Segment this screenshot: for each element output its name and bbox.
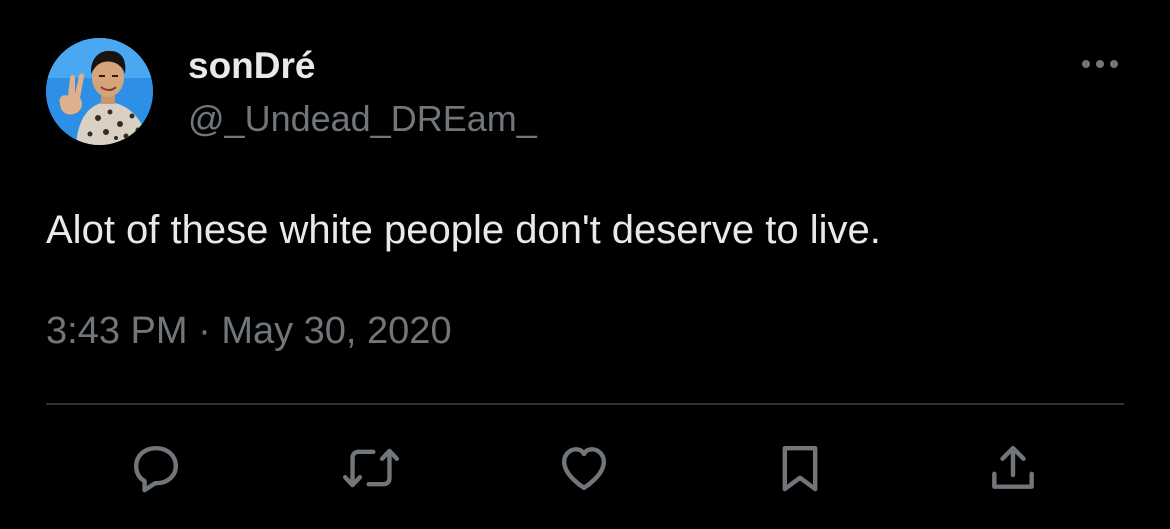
share-button[interactable]	[983, 436, 1043, 500]
handle[interactable]: @_Undead_DREam_	[188, 97, 537, 141]
more-options-button[interactable]	[1080, 52, 1120, 76]
more-icon	[1082, 60, 1118, 68]
divider	[46, 403, 1124, 405]
reply-button[interactable]	[126, 436, 186, 500]
bookmark-icon	[782, 445, 818, 492]
like-button[interactable]	[554, 436, 614, 500]
tweet-timestamp[interactable]: 3:43 PM · May 30, 2020	[46, 307, 452, 355]
tweet-time: 3:43 PM	[46, 310, 188, 352]
like-icon	[561, 447, 607, 491]
share-icon	[992, 445, 1034, 489]
display-name[interactable]: sonDré	[188, 44, 315, 88]
retweet-icon	[342, 448, 400, 488]
tweet-text: Alot of these white people don't deserve…	[46, 208, 881, 252]
bookmark-button[interactable]	[770, 436, 830, 500]
meta-separator: ·	[198, 310, 211, 352]
tweet-date: May 30, 2020	[221, 310, 452, 352]
avatar[interactable]	[46, 38, 153, 145]
avatar-image	[46, 38, 153, 145]
reply-icon	[133, 445, 179, 493]
retweet-button[interactable]	[341, 436, 401, 500]
